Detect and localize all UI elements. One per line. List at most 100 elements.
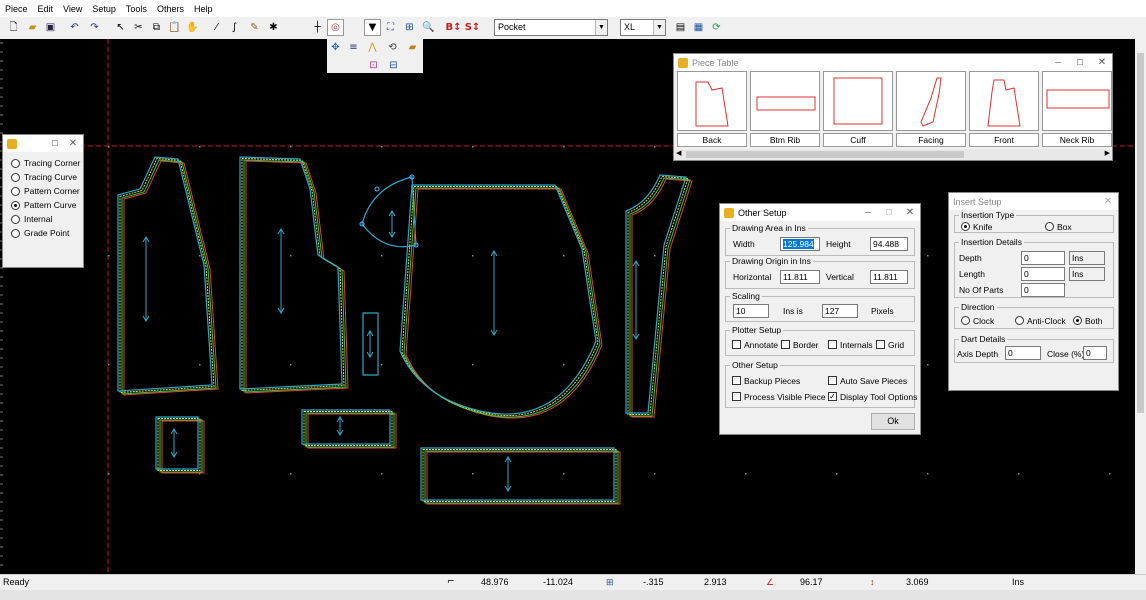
align-icon[interactable]: ≡	[345, 39, 362, 56]
menu-tools[interactable]: Tools	[121, 4, 152, 14]
border-checkbox[interactable]	[781, 340, 790, 349]
measure-icon[interactable]: ⊞	[401, 19, 418, 36]
horizontal-scrollbar[interactable]	[0, 590, 1146, 600]
backup-checkbox[interactable]	[732, 376, 741, 385]
star-tool-icon[interactable]: ✱	[265, 19, 282, 36]
box-radio[interactable]	[1045, 222, 1054, 231]
properties-icon[interactable]: ▤	[672, 19, 689, 36]
both-radio[interactable]	[1073, 316, 1082, 325]
parts-field[interactable]: 0	[1021, 283, 1065, 297]
piece-label[interactable]: Cuff	[823, 133, 893, 147]
close-icon[interactable]: ✕	[900, 204, 920, 221]
piece-table-hscroll[interactable]: ◀ ▶	[674, 149, 1112, 160]
refresh-icon[interactable]: ⟳	[708, 19, 725, 36]
close-percent-field[interactable]: 0	[1083, 346, 1107, 360]
pencil-tool-icon[interactable]: ✎	[246, 19, 263, 36]
piece-label[interactable]: Btm Rib	[750, 133, 820, 147]
menu-piece[interactable]: Piece	[0, 4, 33, 14]
close-icon[interactable]: ✕	[1092, 54, 1112, 71]
piece-add-icon[interactable]: ⊡	[365, 57, 382, 74]
maximize-icon[interactable]: ☐	[879, 204, 899, 221]
hand-icon[interactable]: ✋	[184, 19, 201, 36]
close-icon[interactable]: ✕	[63, 135, 83, 152]
autosave-checkbox[interactable]	[828, 376, 837, 385]
mirror-icon[interactable]: ⋀	[364, 39, 381, 56]
menu-edit[interactable]: Edit	[33, 4, 59, 14]
piece-label[interactable]: Back	[677, 133, 747, 147]
cut-icon[interactable]: ✂	[130, 19, 147, 36]
piece-thumbnail[interactable]	[969, 71, 1039, 131]
depth-field[interactable]: 0	[1021, 251, 1065, 265]
piece-thumbnail[interactable]	[896, 71, 966, 131]
scroll-right-icon[interactable]: ▶	[1105, 149, 1110, 157]
point-type-radio[interactable]	[11, 187, 20, 196]
size-combo[interactable]: XL ▼	[620, 19, 666, 36]
ok-button[interactable]: Ok	[871, 413, 915, 430]
vertical-field[interactable]: 11.811	[870, 270, 908, 284]
piece-flip-icon[interactable]: ⊟	[385, 57, 402, 74]
line-tool-icon[interactable]: ⁄	[208, 19, 225, 36]
maximize-icon[interactable]: ☐	[45, 135, 65, 152]
copy-icon[interactable]: ⧉	[148, 19, 165, 36]
curve-tool-icon[interactable]: ∫	[226, 19, 243, 36]
minimize-icon[interactable]: –	[1048, 54, 1068, 71]
point-type-radio[interactable]	[11, 201, 20, 210]
scaling-field[interactable]: 10	[733, 304, 769, 318]
grade-b-icon[interactable]: B↕	[445, 19, 462, 36]
process-visible-checkbox[interactable]	[732, 392, 741, 401]
point-type-radio[interactable]	[11, 215, 20, 224]
calculator-icon[interactable]: ▦	[690, 19, 707, 36]
piece-thumbnail[interactable]	[823, 71, 893, 131]
axis-depth-field[interactable]: 0	[1005, 346, 1041, 360]
rotate-icon[interactable]: ⟲	[384, 39, 401, 56]
maximize-icon[interactable]: ☐	[1070, 54, 1090, 71]
piece-thumbnail[interactable]	[677, 71, 747, 131]
horizontal-field[interactable]: 11.811	[780, 270, 820, 284]
menu-setup[interactable]: Setup	[87, 4, 121, 14]
clock-radio[interactable]	[961, 316, 970, 325]
point-type-radio[interactable]	[11, 229, 20, 238]
anticlock-radio[interactable]	[1015, 316, 1024, 325]
open-icon[interactable]: ▰	[24, 19, 41, 36]
point-type-radio[interactable]	[11, 173, 20, 182]
menu-help[interactable]: Help	[189, 4, 218, 14]
blank-tool-icon[interactable]	[284, 19, 301, 36]
length-field[interactable]: 0	[1021, 267, 1065, 281]
undo-icon[interactable]: ↶	[66, 19, 83, 36]
menu-view[interactable]: View	[58, 4, 87, 14]
redo-icon[interactable]: ↷	[86, 19, 103, 36]
piece-combo[interactable]: Pocket ▼	[494, 19, 608, 36]
scroll-thumb[interactable]	[1137, 53, 1144, 413]
menu-others[interactable]: Others	[152, 4, 189, 14]
width-field[interactable]: 125.984	[780, 237, 820, 251]
pixels-field[interactable]: 127	[822, 304, 858, 318]
point-type-radio[interactable]	[11, 159, 20, 168]
display-tool-checkbox[interactable]: ✓	[828, 392, 837, 401]
piece-label[interactable]: Facing	[896, 133, 966, 147]
crosshair-icon[interactable]: ┼	[309, 19, 326, 36]
internals-checkbox[interactable]	[828, 340, 837, 349]
scroll-left-icon[interactable]: ◀	[676, 149, 681, 157]
notch-icon[interactable]: ▼	[364, 19, 381, 36]
grid-checkbox[interactable]	[876, 340, 885, 349]
scroll-thumb[interactable]	[686, 151, 964, 158]
zoom-icon[interactable]: 🔍	[420, 19, 437, 36]
piece-thumbnail[interactable]	[750, 71, 820, 131]
fold-icon[interactable]: ▰	[404, 39, 421, 56]
grade-s-icon[interactable]: S↕	[464, 19, 481, 36]
piece-label[interactable]: Front	[969, 133, 1039, 147]
close-icon[interactable]: ✕	[1098, 193, 1118, 210]
target-icon[interactable]: ◎	[327, 19, 344, 36]
piece-label[interactable]: Neck Rib	[1042, 133, 1112, 147]
piece-thumbnail[interactable]	[1042, 71, 1112, 131]
move-icon[interactable]: ✥	[327, 39, 344, 56]
annotate-checkbox[interactable]	[732, 340, 741, 349]
pointer-icon[interactable]: ↖	[112, 19, 129, 36]
marker-icon[interactable]: ⛶	[382, 19, 399, 36]
save-icon[interactable]: ▣	[42, 19, 59, 36]
new-icon[interactable]: 🗋	[5, 19, 22, 36]
knife-radio[interactable]	[961, 222, 970, 231]
paste-icon[interactable]: 📋	[166, 19, 183, 36]
minimize-icon[interactable]: –	[858, 204, 878, 221]
vertical-scrollbar[interactable]	[1135, 39, 1146, 574]
